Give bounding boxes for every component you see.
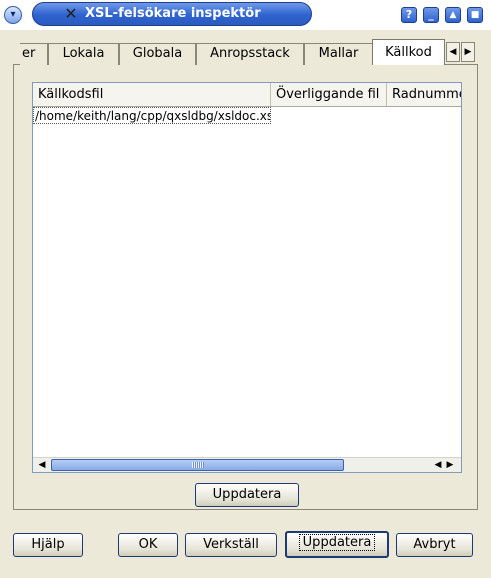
tab-globala[interactable]: Globala <box>119 43 196 65</box>
source-file-list[interactable]: Källkodsfil Överliggande fil Radnumme /h… <box>32 82 462 473</box>
tab-lokala[interactable]: Lokala <box>48 43 119 65</box>
window-title: XSL-felsökare inspektör <box>85 6 261 21</box>
tab-scroll-right-icon[interactable]: ▶ <box>461 42 475 62</box>
refresh-button-label: Uppdatera <box>298 534 376 551</box>
scrollbar-grip-icon <box>192 462 204 468</box>
help-title-button[interactable]: ? <box>401 7 417 23</box>
tab-kallkod[interactable]: Källkod <box>372 39 445 65</box>
title-pill[interactable]: ✕ XSL-felsökare inspektör <box>32 2 312 26</box>
tab-scroll-left-icon[interactable]: ◀ <box>446 42 460 62</box>
app-x-icon: ✕ <box>64 4 78 23</box>
tab-anropsstack[interactable]: Anropsstack <box>196 43 304 65</box>
scrollbar-thumb[interactable] <box>51 459 344 471</box>
ok-button[interactable]: OK <box>118 533 178 557</box>
refresh-button[interactable]: Uppdatera <box>285 531 389 558</box>
column-header-parent-file[interactable]: Överliggande fil <box>271 83 387 106</box>
list-header: Källkodsfil Överliggande fil Radnumme <box>33 83 461 107</box>
inspector-window: ▾ ✕ XSL-felsökare inspektör ? _ ▲ ■ er L… <box>0 0 491 578</box>
help-button[interactable]: Hjälp <box>13 533 83 557</box>
column-header-line-number[interactable]: Radnumme <box>387 83 461 106</box>
scroll-left-icon[interactable]: ◀ <box>35 459 49 471</box>
refresh-list-button[interactable]: Uppdatera <box>195 483 299 507</box>
apply-button[interactable]: Verkställ <box>185 533 277 557</box>
maximize-button[interactable]: ■ <box>467 7 483 23</box>
horizontal-scrollbar[interactable]: ◀ ◀ ▶ <box>33 457 461 472</box>
window-menu-button[interactable]: ▾ <box>4 6 22 24</box>
tab-bar: er Lokala Globala Anropsstack Mallar Käl… <box>20 39 446 65</box>
tab-partial[interactable]: er <box>20 43 48 65</box>
title-bar: ▾ ✕ XSL-felsökare inspektör ? _ ▲ ■ <box>0 0 491 30</box>
scroll-right-icon[interactable]: ▶ <box>443 459 457 471</box>
tab-mallar[interactable]: Mallar <box>304 43 373 65</box>
shade-button[interactable]: ▲ <box>445 7 461 23</box>
cancel-button[interactable]: Avbryt <box>396 533 473 557</box>
column-header-source-file[interactable]: Källkodsfil <box>33 83 271 106</box>
minimize-button[interactable]: _ <box>423 7 439 23</box>
list-item[interactable]: /home/keith/lang/cpp/qxsldbg/xsldoc.xsl <box>33 107 271 124</box>
